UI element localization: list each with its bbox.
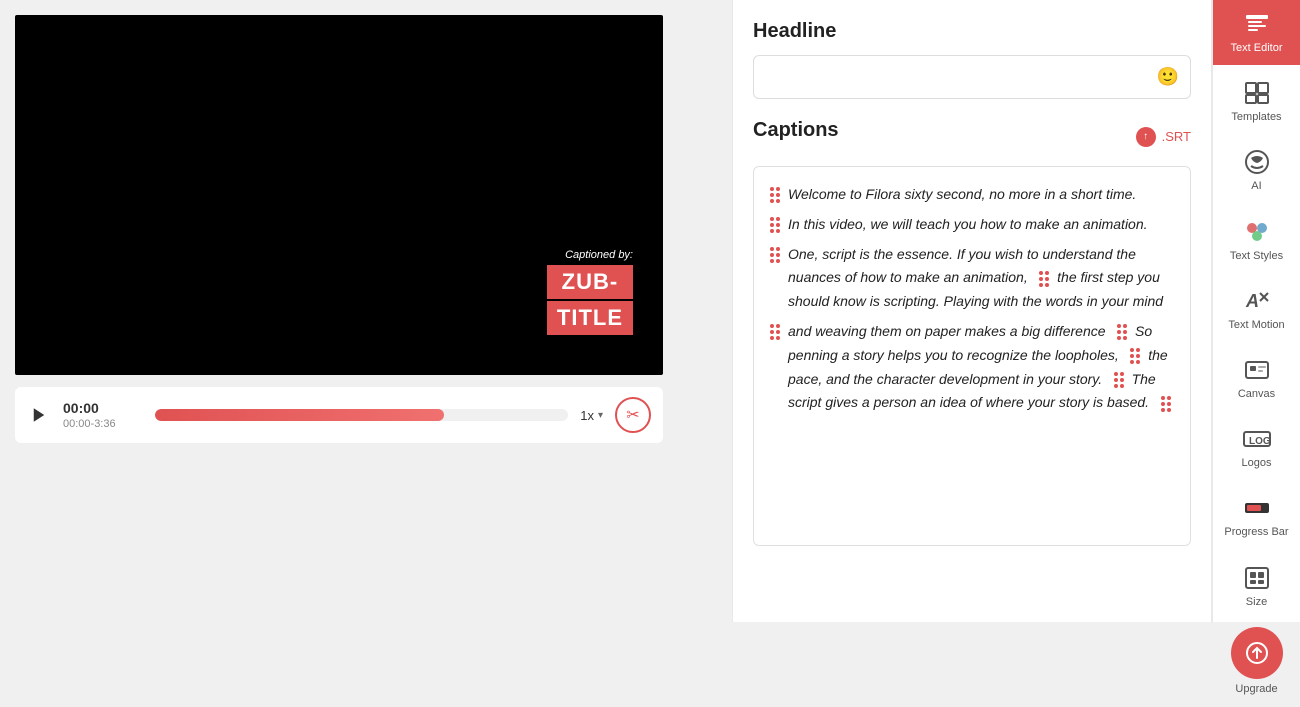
caption-text: and weaving them on paper makes a big di… bbox=[788, 320, 1174, 415]
logos-icon: LOGO bbox=[1243, 425, 1271, 453]
sidebar-item-size[interactable]: Size bbox=[1213, 554, 1300, 619]
caption-overlay: Captioned by: ZUB- TITLE bbox=[547, 249, 633, 335]
sidebar-label-text-editor: Text Editor bbox=[1231, 42, 1283, 55]
caption-text-block: ZUB- TITLE bbox=[547, 265, 633, 335]
headline-label: Headline bbox=[753, 20, 1191, 43]
progress-bar-icon bbox=[1243, 494, 1271, 522]
sidebar-label-canvas: Canvas bbox=[1238, 388, 1275, 401]
sidebar-item-text-styles[interactable]: Text Styles bbox=[1213, 208, 1300, 273]
drag-handle[interactable] bbox=[770, 217, 780, 233]
upload-icon: ↑ bbox=[1136, 127, 1156, 147]
right-sidebar: Text Editor Templates AI bbox=[1212, 0, 1300, 622]
time-total: 00:00-3:36 bbox=[63, 417, 143, 431]
svg-text:A: A bbox=[1245, 291, 1259, 311]
video-controls: 00:00 00:00-3:36 1x ▾ ✂ bbox=[15, 387, 663, 443]
ai-icon bbox=[1243, 148, 1271, 176]
size-icon bbox=[1243, 564, 1271, 592]
svg-text:LOGO: LOGO bbox=[1249, 436, 1271, 447]
sidebar-label-logos: Logos bbox=[1242, 457, 1272, 470]
sidebar-label-text-motion: Text Motion bbox=[1228, 319, 1284, 332]
sidebar-item-text-motion[interactable]: A Text Motion bbox=[1213, 277, 1300, 342]
caption-row: and weaving them on paper makes a big di… bbox=[770, 320, 1174, 415]
srt-label: .SRT bbox=[1162, 129, 1191, 144]
sidebar-label-templates: Templates bbox=[1231, 111, 1281, 124]
center-panel: Headline 🙂 Captions ↑ .SRT Welcome to Fi… bbox=[732, 0, 1212, 622]
drag-handle[interactable] bbox=[770, 247, 780, 263]
upgrade-section: Upgrade bbox=[1231, 619, 1283, 707]
sidebar-label-size: Size bbox=[1246, 596, 1267, 609]
text-motion-icon: A bbox=[1243, 287, 1271, 315]
sidebar-item-text-editor[interactable]: Text Editor bbox=[1213, 0, 1300, 65]
video-player: Captioned by: ZUB- TITLE bbox=[15, 15, 663, 375]
sidebar-item-progress-bar[interactable]: Progress Bar bbox=[1213, 484, 1300, 549]
headline-input-wrap: 🙂 bbox=[753, 55, 1191, 99]
caption-by-label: Captioned by: bbox=[565, 249, 633, 261]
upgrade-button[interactable] bbox=[1231, 627, 1283, 679]
captions-label: Captions bbox=[753, 119, 839, 142]
drag-handle[interactable] bbox=[770, 324, 780, 340]
upgrade-label: Upgrade bbox=[1235, 683, 1277, 695]
text-styles-icon bbox=[1243, 218, 1271, 246]
srt-button[interactable]: ↑ .SRT bbox=[1136, 127, 1191, 147]
caption-text: In this video, we will teach you how to … bbox=[788, 213, 1174, 237]
play-button[interactable] bbox=[27, 403, 51, 427]
sidebar-label-progress-bar: Progress Bar bbox=[1224, 526, 1288, 539]
sidebar-item-logos[interactable]: LOGO Logos bbox=[1213, 415, 1300, 480]
caption-row: In this video, we will teach you how to … bbox=[770, 213, 1174, 237]
captions-area[interactable]: Welcome to Filora sixty second, no more … bbox=[753, 166, 1191, 546]
caption-text: One, script is the essence. If you wish … bbox=[788, 243, 1174, 314]
templates-icon bbox=[1243, 79, 1271, 107]
sidebar-label-text-styles: Text Styles bbox=[1230, 250, 1283, 263]
text-editor-icon bbox=[1243, 10, 1271, 38]
captions-header: Captions ↑ .SRT bbox=[753, 119, 1191, 154]
caption-text: Welcome to Filora sixty second, no more … bbox=[788, 183, 1174, 207]
center-panel-content: Headline 🙂 Captions ↑ .SRT Welcome to Fi… bbox=[733, 0, 1211, 622]
caption-row: One, script is the essence. If you wish … bbox=[770, 243, 1174, 314]
chevron-down-icon: ▾ bbox=[598, 410, 603, 421]
time-display: 00:00 00:00-3:36 bbox=[63, 399, 143, 431]
progress-fill bbox=[155, 409, 444, 421]
sidebar-item-ai[interactable]: AI bbox=[1213, 138, 1300, 203]
sidebar-item-templates[interactable]: Templates bbox=[1213, 69, 1300, 134]
sidebar-label-ai: AI bbox=[1251, 180, 1261, 193]
scissors-button[interactable]: ✂ bbox=[615, 397, 651, 433]
sidebar-item-canvas[interactable]: Canvas bbox=[1213, 346, 1300, 411]
emoji-button[interactable]: 🙂 bbox=[1157, 67, 1179, 88]
headline-input[interactable] bbox=[753, 55, 1191, 99]
video-area: Captioned by: ZUB- TITLE 00:00 00:00-3:3… bbox=[0, 0, 732, 622]
canvas-icon bbox=[1243, 356, 1271, 384]
speed-value: 1x bbox=[580, 408, 594, 423]
caption-row: Welcome to Filora sixty second, no more … bbox=[770, 183, 1174, 207]
caption-line-1: ZUB- bbox=[547, 265, 633, 299]
speed-selector[interactable]: 1x ▾ bbox=[580, 408, 603, 423]
progress-bar[interactable] bbox=[155, 409, 568, 421]
time-current: 00:00 bbox=[63, 399, 143, 417]
drag-handle[interactable] bbox=[770, 187, 780, 203]
caption-line-2: TITLE bbox=[547, 301, 633, 335]
